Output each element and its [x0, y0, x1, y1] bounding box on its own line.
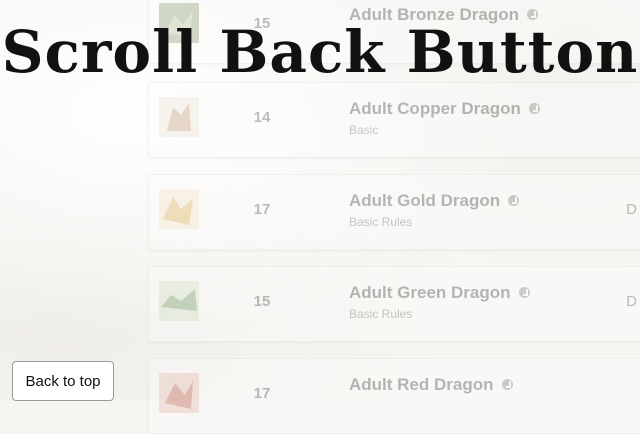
challenge-rating: 14	[253, 109, 271, 126]
challenge-rating: 17	[253, 201, 271, 218]
list-item[interactable]: 17 Adult Red Dragon	[148, 358, 640, 434]
monster-name[interactable]: Adult Gold Dragon	[349, 191, 520, 211]
gold-dragon-thumbnail	[159, 189, 199, 229]
row-edge-text: D	[626, 201, 637, 218]
challenge-rating: 17	[253, 385, 271, 402]
copper-dragon-thumbnail	[159, 97, 199, 137]
list-item[interactable]: 15 Adult Green Dragon Basic Rules D	[148, 266, 640, 342]
red-dragon-thumbnail	[159, 373, 199, 413]
monster-name[interactable]: Adult Green Dragon	[349, 283, 530, 303]
info-icon[interactable]	[508, 195, 520, 206]
list-item[interactable]: 14 Adult Copper Dragon Basic	[148, 82, 640, 158]
monster-name[interactable]: Adult Red Dragon	[349, 375, 513, 395]
green-dragon-thumbnail	[159, 281, 199, 321]
list-item[interactable]: 17 Adult Gold Dragon Basic Rules D	[148, 174, 640, 250]
back-to-top-button[interactable]: Back to top	[12, 361, 114, 401]
monster-source: Basic Rules	[349, 307, 413, 321]
monster-source: Basic Rules	[349, 215, 413, 229]
info-icon[interactable]	[501, 379, 513, 390]
monster-source: Basic	[349, 123, 379, 137]
row-edge-text: D	[626, 293, 637, 310]
info-icon[interactable]	[528, 103, 540, 114]
monster-name[interactable]: Adult Copper Dragon	[349, 99, 540, 119]
info-icon[interactable]	[518, 287, 530, 298]
challenge-rating: 15	[253, 293, 271, 310]
page-title: Scroll Back Button	[1, 18, 639, 86]
